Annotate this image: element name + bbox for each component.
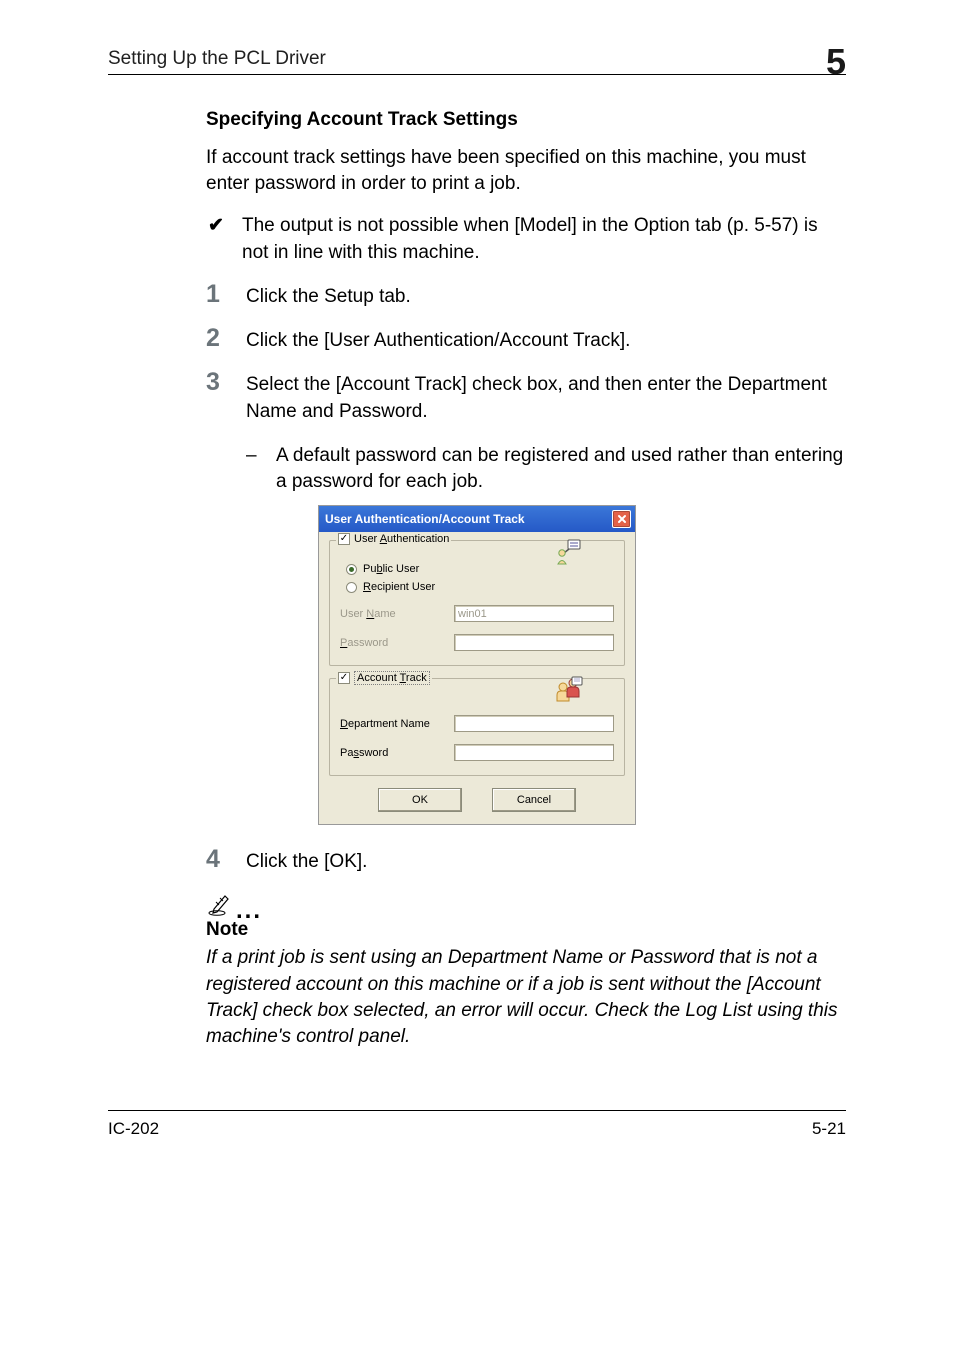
step-text: Click the [OK]. bbox=[246, 849, 367, 875]
footer-model: IC-202 bbox=[108, 1119, 159, 1139]
step-3-sub: – A default password can be registered a… bbox=[246, 443, 846, 495]
group-label: Account Track bbox=[354, 671, 430, 685]
pen-icon bbox=[206, 893, 232, 917]
note-body: If a print job is sent using an Departme… bbox=[206, 945, 846, 1050]
label-password: Password bbox=[340, 637, 454, 649]
input-user-name[interactable]: win01 bbox=[454, 605, 614, 622]
close-button[interactable] bbox=[612, 510, 631, 528]
close-icon bbox=[617, 514, 627, 524]
user-auth-icon bbox=[556, 539, 584, 565]
radio-label: Recipient User bbox=[363, 581, 435, 593]
radio-icon bbox=[346, 582, 357, 593]
dialog-buttons: OK Cancel bbox=[329, 788, 625, 812]
dialog-title: User Authentication/Account Track bbox=[325, 512, 525, 526]
checkbox-icon bbox=[338, 533, 350, 545]
note-label: Note bbox=[206, 919, 846, 941]
account-track-icon bbox=[554, 675, 584, 703]
row-password: Password bbox=[340, 634, 614, 651]
group-account-track: Account Track bbox=[329, 678, 625, 776]
input-password[interactable] bbox=[454, 634, 614, 651]
step-text: Select the [Account Track] check box, an… bbox=[246, 372, 846, 424]
step-text: Click the [User Authentication/Account T… bbox=[246, 328, 630, 354]
label-track-password: Password bbox=[340, 747, 454, 759]
step-text: Click the Setup tab. bbox=[246, 284, 411, 310]
radio-icon bbox=[346, 564, 357, 575]
auth-dialog: User Authentication/Account Track User A… bbox=[318, 505, 636, 825]
step-number: 4 bbox=[206, 847, 246, 875]
note-icon: ... bbox=[206, 893, 846, 917]
step-3: 3 Select the [Account Track] check box, … bbox=[206, 372, 846, 424]
step-number: 3 bbox=[206, 370, 246, 424]
group-label: User Authentication bbox=[354, 533, 449, 545]
radio-label: Public User bbox=[363, 563, 419, 575]
dash-icon: – bbox=[246, 443, 276, 495]
step-4: 4 Click the [OK]. bbox=[206, 849, 846, 875]
input-department-name[interactable] bbox=[454, 715, 614, 732]
row-department-name: Department Name bbox=[340, 715, 614, 732]
cancel-button[interactable]: Cancel bbox=[492, 788, 576, 812]
step-sub-text: A default password can be registered and… bbox=[276, 443, 846, 495]
label-department-name: Department Name bbox=[340, 718, 454, 730]
page-header: Setting Up the PCL Driver 5 bbox=[108, 38, 846, 75]
checkbox-icon bbox=[338, 672, 350, 684]
radio-recipient-user[interactable]: Recipient User bbox=[346, 581, 614, 593]
row-user-name: User Name win01 bbox=[340, 605, 614, 622]
group-user-auth: User Authentication bbox=[329, 540, 625, 666]
checkbox-account-track[interactable]: Account Track bbox=[336, 671, 432, 685]
check-icon: ✔ bbox=[208, 213, 242, 265]
step-1: 1 Click the Setup tab. bbox=[206, 284, 846, 310]
section-title: Specifying Account Track Settings bbox=[206, 109, 846, 131]
chapter-number: 5 bbox=[826, 44, 846, 80]
row-track-password: Password bbox=[340, 744, 614, 761]
check-note: ✔ The output is not possible when [Model… bbox=[208, 213, 846, 265]
page-footer: IC-202 5-21 bbox=[108, 1110, 846, 1139]
label-user-name: User Name bbox=[340, 608, 454, 620]
ellipsis-icon: ... bbox=[236, 905, 262, 917]
checkbox-user-auth[interactable]: User Authentication bbox=[336, 533, 451, 545]
intro-paragraph: If account track settings have been spec… bbox=[206, 145, 846, 197]
step-number: 2 bbox=[206, 326, 246, 354]
section-path: Setting Up the PCL Driver bbox=[108, 48, 326, 74]
step-number: 1 bbox=[206, 282, 246, 310]
ok-button[interactable]: OK bbox=[378, 788, 462, 812]
step-2: 2 Click the [User Authentication/Account… bbox=[206, 328, 846, 354]
input-track-password[interactable] bbox=[454, 744, 614, 761]
check-text: The output is not possible when [Model] … bbox=[242, 213, 846, 265]
dialog-titlebar[interactable]: User Authentication/Account Track bbox=[319, 506, 635, 532]
footer-page: 5-21 bbox=[812, 1119, 846, 1139]
